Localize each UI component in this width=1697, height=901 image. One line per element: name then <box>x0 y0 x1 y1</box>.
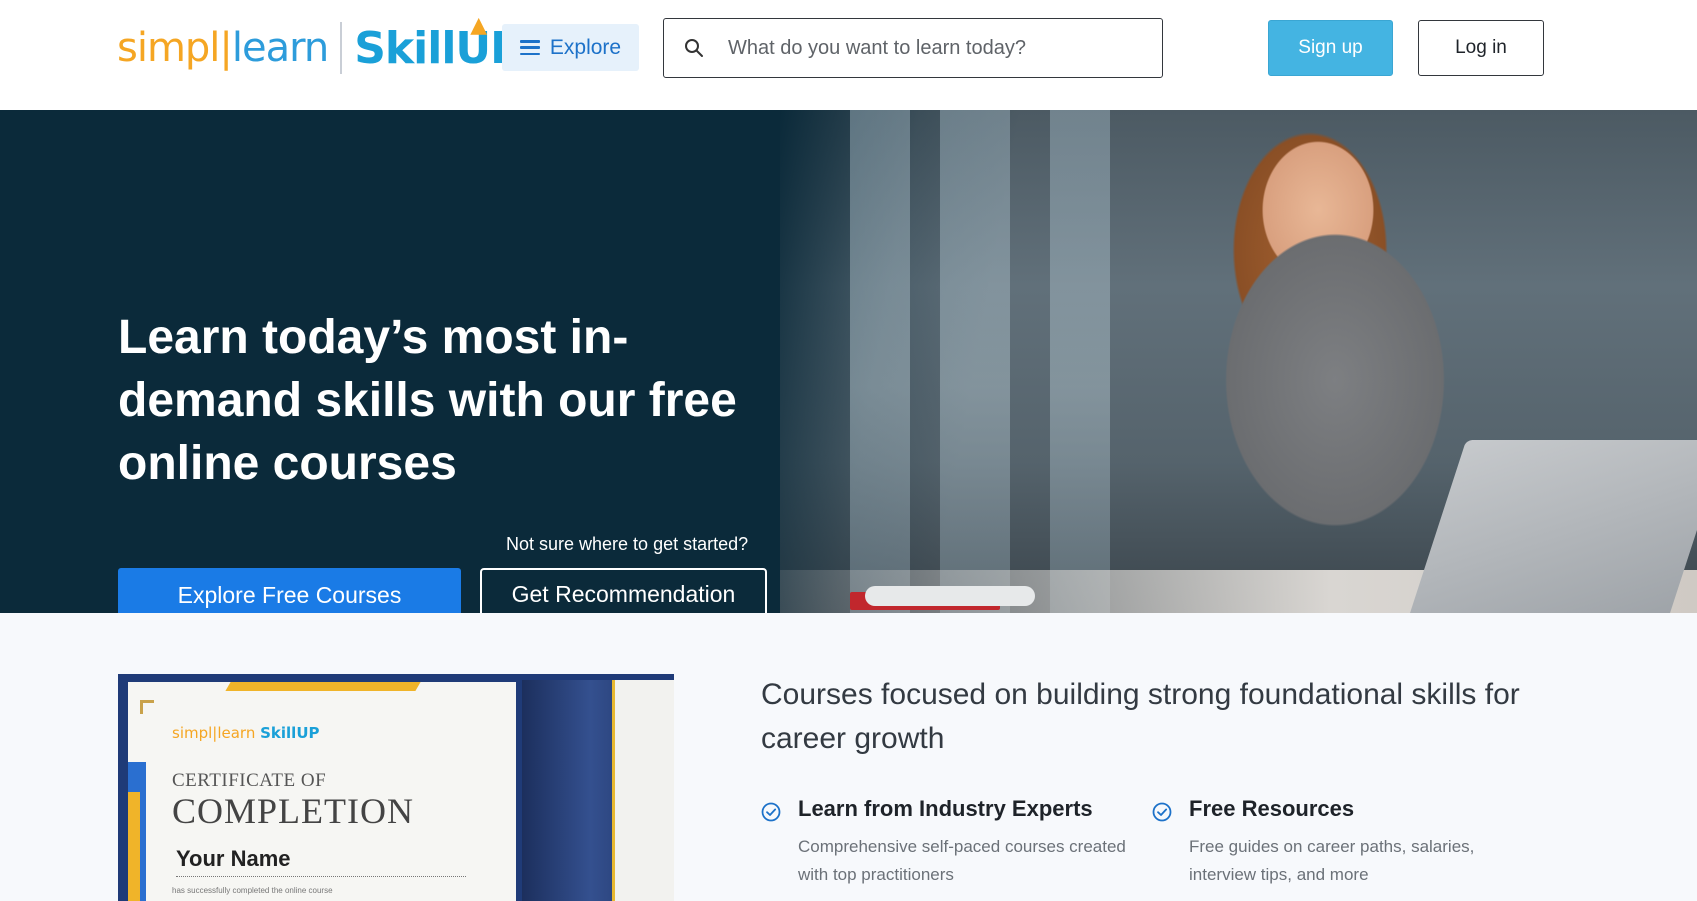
site-header: simpl|learn SkillUP ▲ Explore Sign up Lo… <box>0 0 1697 110</box>
certificate-stripe <box>128 792 140 901</box>
search-icon <box>685 39 703 57</box>
certificate-name: Your Name <box>176 846 291 871</box>
hero-photo-laptop <box>1407 440 1697 613</box>
logo-divider <box>340 22 343 74</box>
hero-photo-window <box>850 110 910 613</box>
get-recommendation-button[interactable]: Get Recommendation <box>480 568 767 613</box>
explore-free-courses-button[interactable]: Explore Free Courses <box>118 568 461 613</box>
search-bar[interactable] <box>663 18 1163 78</box>
hero-title: Learn today’s most in-demand skills with… <box>118 311 737 490</box>
feature-description: Comprehensive self-paced courses created… <box>798 837 1126 884</box>
hero-hint-text: Not sure where to get started? <box>506 534 749 554</box>
logo-simplilearn: simpl|learn <box>117 25 329 71</box>
certificate-image: simpl|learn SkillUP CERTIFICATE OF COMPL… <box>118 674 674 901</box>
features-heading: Courses focused on building strong found… <box>761 678 1520 755</box>
certificate-paper: simpl|learn SkillUP CERTIFICATE OF COMPL… <box>128 682 516 901</box>
certificate-name-line <box>176 876 466 877</box>
certificate-of-label: CERTIFICATE OF <box>172 770 327 791</box>
hero-student-photo <box>780 110 1697 613</box>
search-input[interactable] <box>728 36 1128 60</box>
logo-up-arrow-icon: ▲ <box>470 12 487 38</box>
check-circle-icon <box>1152 802 1172 822</box>
hero-photo-window <box>940 110 1010 613</box>
hero-photo-window <box>1050 110 1110 613</box>
certificate-completion-label: COMPLETION <box>172 791 414 831</box>
hero-photo-phone <box>865 586 1035 606</box>
certificate-back-page <box>612 680 674 901</box>
check-circle-icon <box>761 802 781 822</box>
feature-description: Free guides on career paths, salaries, i… <box>1189 837 1475 884</box>
simplilearn-skillup-logo[interactable]: simpl|learn SkillUP ▲ <box>117 12 522 80</box>
logo-skillup: SkillUP ▲ <box>354 12 522 74</box>
hamburger-icon <box>519 40 540 55</box>
certificate-corner <box>140 700 154 714</box>
certificate-logo: simpl|learn SkillUP <box>172 724 320 742</box>
feature-title: Free Resources <box>1189 796 1355 821</box>
login-button[interactable]: Log in <box>1418 20 1544 76</box>
signup-button[interactable]: Sign up <box>1268 20 1393 76</box>
certificate-small-text: has successfully completed the online co… <box>172 886 333 895</box>
explore-label: Explore <box>549 35 622 59</box>
explore-menu-button[interactable]: Explore <box>502 24 639 71</box>
features-section: simpl|learn SkillUP CERTIFICATE OF COMPL… <box>0 613 1697 901</box>
hero-banner: Learn today’s most in-demand skills with… <box>0 110 1697 613</box>
feature-title: Learn from Industry Experts <box>798 796 1093 821</box>
certificate-top-stripe <box>225 682 421 691</box>
